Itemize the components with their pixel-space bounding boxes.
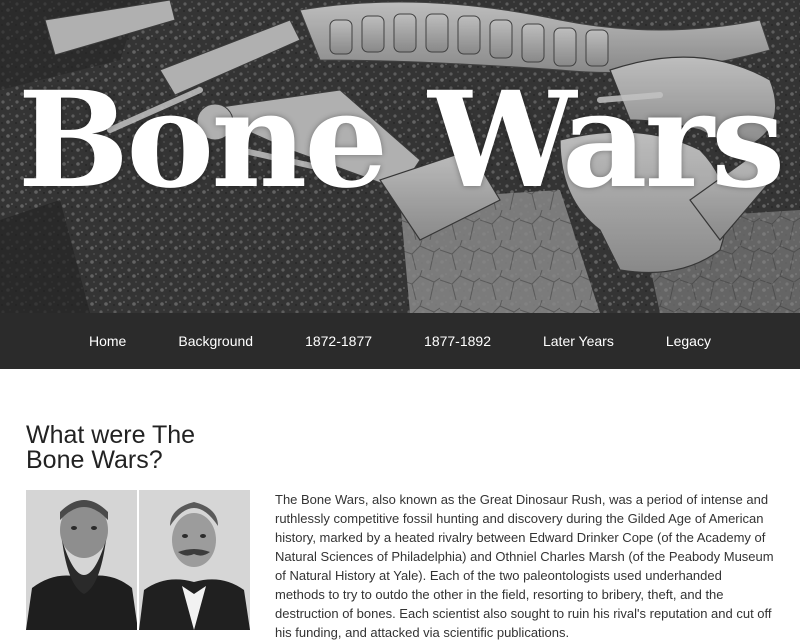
- site-title: Bone Wars: [17, 63, 786, 218]
- nav-item-later-years[interactable]: Later Years: [543, 333, 614, 349]
- hero-banner: Bone Wars: [0, 0, 800, 313]
- section-heading: What were The Bone Wars?: [26, 421, 196, 474]
- nav-item-home[interactable]: Home: [89, 333, 126, 349]
- main-content: What were The Bone Wars? The Bone Wars,: [0, 369, 800, 640]
- nav-item-1877-1892[interactable]: 1877-1892: [424, 333, 491, 349]
- nav-item-1872-1877[interactable]: 1872-1877: [305, 333, 372, 349]
- nav-item-background[interactable]: Background: [178, 333, 253, 349]
- cope-and-marsh-portraits: [26, 490, 250, 630]
- nav-item-legacy[interactable]: Legacy: [666, 333, 711, 349]
- intro-paragraph: The Bone Wars, also known as the Great D…: [275, 492, 774, 640]
- main-navigation: Home Background 1872-1877 1877-1892 Late…: [0, 313, 800, 369]
